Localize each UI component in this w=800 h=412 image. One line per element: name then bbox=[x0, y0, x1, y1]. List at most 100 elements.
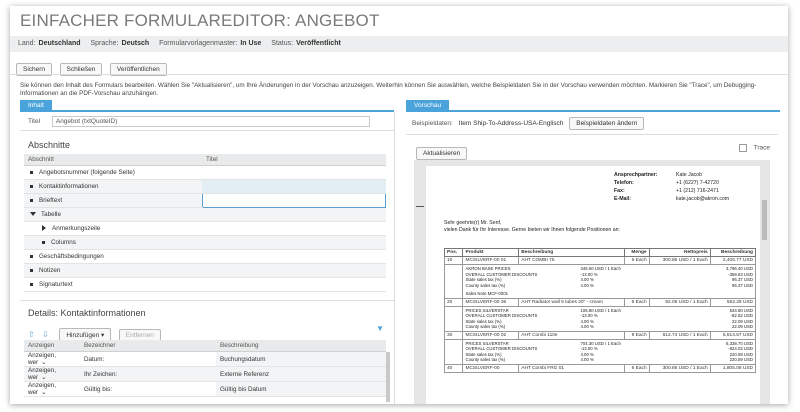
section-row[interactable]: Signaturtext bbox=[24, 277, 386, 292]
item-desc: AHT COMBI 75 bbox=[518, 256, 625, 265]
contact-value: +1 (212) 716-2471 bbox=[676, 188, 719, 194]
status-value: Veröffentlicht bbox=[296, 40, 341, 47]
section-title-cell[interactable] bbox=[201, 193, 386, 208]
app-window: EINFACHER FORMULAREDITOR: ANGEBOT Land: D… bbox=[10, 6, 788, 404]
sample-label: Beispieldaten: bbox=[412, 120, 453, 127]
section-title-cell[interactable] bbox=[202, 165, 386, 180]
detail-row[interactable]: Anzeigen, wer ⌄ Ihr Zeichen: Externe Refere… bbox=[24, 366, 386, 382]
section-cell: Brieftext bbox=[24, 193, 202, 208]
item-qty: 9 Each bbox=[623, 330, 650, 340]
items-header: Beschreibung bbox=[518, 248, 625, 257]
col-section: Abschnitt bbox=[24, 154, 202, 166]
preview-scrollbar[interactable] bbox=[762, 200, 767, 240]
item-pos: 20 bbox=[443, 297, 464, 307]
pdf-preview: Ansprechpartner: Kate Jacob Telefon: +1 (62… bbox=[414, 160, 770, 404]
trace-checkbox[interactable] bbox=[738, 144, 747, 152]
section-title-cell[interactable] bbox=[202, 235, 386, 250]
pricing-amount: 22.09 USD bbox=[731, 324, 753, 329]
arrow-up-icon[interactable]: ⇧ bbox=[28, 330, 35, 339]
refresh-button[interactable]: Aktualisieren bbox=[416, 147, 468, 160]
bullet-icon bbox=[30, 170, 33, 174]
section-label: Geschäftsbedingungen bbox=[39, 253, 104, 260]
detail-row[interactable]: Anzeigen, wer ⌄ Datum: Buchungsdatum bbox=[24, 351, 386, 367]
pricing-line: County sales tax (%) 4.00 % 96.37 USD bbox=[465, 283, 753, 289]
bullet-icon bbox=[30, 184, 33, 188]
detail-row[interactable]: Anzeigen, wer ⌄ Gültig bis: Gültig bis Datu… bbox=[24, 381, 386, 397]
details-scrollbar[interactable] bbox=[386, 352, 390, 402]
land-value: Deutschland bbox=[38, 40, 81, 47]
preview-page: Ansprechpartner: Kate Jacob Telefon: +1 (62… bbox=[416, 166, 760, 404]
item-row: 10 MCSILVERF-00 01 AHT COMBI 75 6 Each 300.8… bbox=[443, 256, 757, 265]
empty-cell bbox=[443, 338, 464, 365]
item-qty: 6 Each bbox=[623, 363, 650, 373]
bullet-icon bbox=[30, 268, 33, 272]
contact-value: kate.jacob@akron.com bbox=[676, 196, 730, 202]
section-cell: Kontaktinformationen bbox=[24, 179, 202, 194]
detail-name[interactable]: Datum: bbox=[80, 351, 216, 367]
detail-name[interactable]: Gültig bis: bbox=[80, 381, 216, 397]
arrow-down-icon[interactable]: ⇩ bbox=[42, 330, 49, 339]
show-select[interactable]: Anzeigen, wer ⌄ bbox=[24, 351, 80, 367]
section-title-cell[interactable] bbox=[202, 179, 386, 194]
section-row[interactable]: Tabelle bbox=[24, 207, 386, 222]
bullet-icon bbox=[30, 254, 33, 258]
change-sample-button[interactable]: Beispieldaten ändern bbox=[569, 117, 645, 130]
item-total: 552.28 USD bbox=[709, 297, 757, 307]
chevron-right-icon[interactable] bbox=[42, 225, 46, 232]
land-label: Land: bbox=[18, 40, 36, 47]
section-title-cell[interactable] bbox=[202, 221, 386, 236]
section-label: Brieftext bbox=[39, 197, 63, 204]
filter-icon[interactable]: ▼ bbox=[376, 324, 384, 333]
section-title-cell[interactable] bbox=[202, 207, 386, 222]
section-row[interactable]: Kontaktinformationen bbox=[24, 179, 386, 194]
item-row: 30 MCSILVERF-00 02 AHT Combi 110e 9 Each 612… bbox=[443, 330, 757, 340]
title-input[interactable]: Angebot (txtQuoteID) bbox=[51, 116, 370, 127]
item-price: 92.05 USD / 1 Each bbox=[648, 297, 711, 307]
sprache-value: Deutsch bbox=[121, 40, 150, 47]
items-header: Nettopreis bbox=[648, 248, 711, 257]
contact-key: Telefon: bbox=[614, 180, 634, 186]
item-pos: 30 bbox=[443, 330, 464, 340]
bullet-icon bbox=[30, 198, 33, 202]
sample-value: Item Ship-To-Address-USA-Englisch bbox=[458, 120, 564, 127]
col-desc: Beschreibung bbox=[216, 340, 386, 352]
item-subrow: PRICES SILVERSTAR 105.80 USD / 1 Each 534.… bbox=[443, 305, 756, 332]
contact-key: Fax: bbox=[614, 188, 625, 194]
sections-table: Abschnitt Titel Angebotsnummer (folgende… bbox=[24, 154, 386, 292]
item-total: 2,406.77 USD bbox=[709, 256, 757, 265]
section-cell: Signaturtext bbox=[24, 277, 202, 292]
item-product: MCSILVERF-00 bbox=[462, 363, 520, 373]
section-title-cell[interactable] bbox=[202, 277, 386, 292]
show-select[interactable]: Anzeigen, wer ⌄ bbox=[24, 366, 80, 382]
item-product: MCSILVERF-00 02 bbox=[462, 330, 520, 340]
contact-value: Kate Jacob bbox=[676, 172, 702, 178]
sales-note: Sales Note MCF-0001 bbox=[465, 291, 508, 296]
contact-key: E-Mail: bbox=[614, 196, 632, 202]
section-label: Kontaktinformationen bbox=[39, 183, 99, 190]
items-header: Menge bbox=[623, 248, 650, 257]
chevron-down-icon: ⌄ bbox=[41, 389, 47, 396]
chevron-down-icon[interactable] bbox=[30, 212, 36, 217]
detail-desc: Gültig bis Datum bbox=[216, 381, 386, 397]
show-select[interactable]: Anzeigen, wer ⌄ bbox=[24, 381, 80, 397]
section-cell: Geschäftsbedingungen bbox=[24, 249, 202, 264]
fold-mark bbox=[416, 206, 424, 207]
contact-row: Fax: +1 (212) 716-2471 bbox=[614, 188, 729, 196]
section-title-cell[interactable] bbox=[202, 249, 386, 264]
detail-name[interactable]: Ihr Zeichen: bbox=[80, 366, 216, 382]
pricing-details: PRICES SILVERSTAR 105.80 USD / 1 Each 534.… bbox=[462, 305, 756, 332]
details-heading: Details: Kontaktinformationen bbox=[28, 308, 146, 318]
empty-cell bbox=[443, 264, 464, 299]
item-desc: AHT Combi FRG 01 bbox=[518, 363, 625, 373]
sections-heading: Abschnitte bbox=[28, 140, 71, 150]
section-row[interactable]: Angebotsnummer (folgende Seite) bbox=[24, 165, 386, 180]
section-row[interactable]: Geschäftsbedingungen bbox=[24, 249, 386, 264]
divider bbox=[406, 134, 778, 135]
section-row[interactable]: Columns bbox=[24, 235, 386, 250]
section-row[interactable]: Anmerkungszeile bbox=[24, 221, 386, 236]
contact-key: Ansprechpartner: bbox=[614, 172, 658, 178]
section-title-cell[interactable] bbox=[202, 263, 386, 278]
section-row[interactable]: Notizen bbox=[24, 263, 386, 278]
section-row[interactable]: Brieftext bbox=[24, 193, 386, 208]
col-name: Bezeichner bbox=[80, 340, 216, 352]
